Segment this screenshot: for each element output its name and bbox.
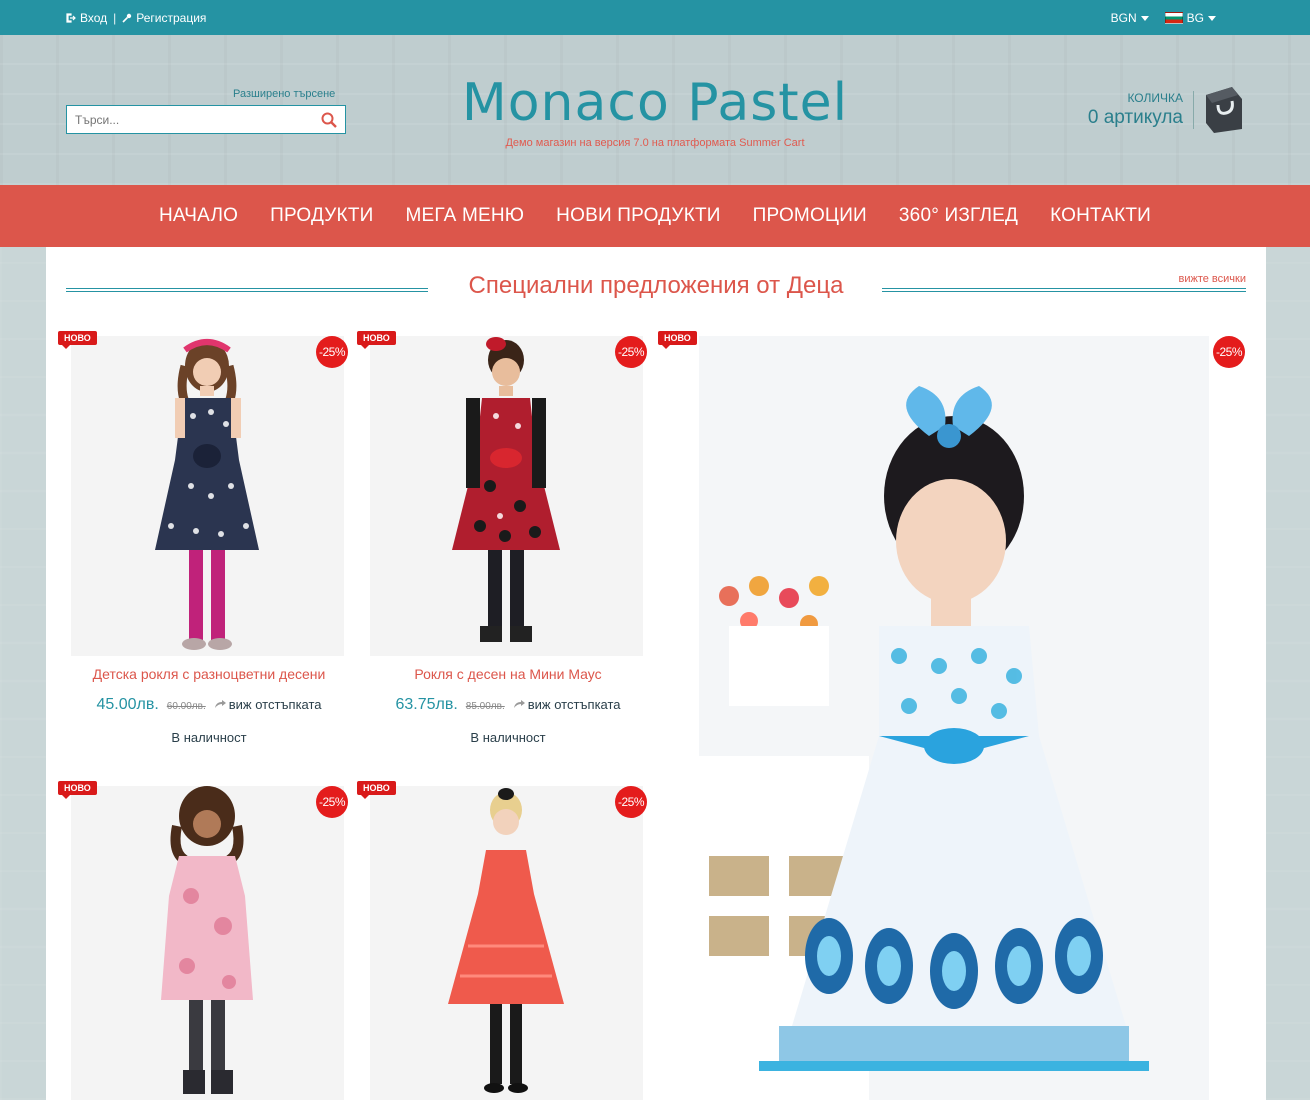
new-badge: НОВО (58, 781, 97, 799)
new-badge: НОВО (658, 331, 697, 349)
nav-item-mega-menu[interactable]: МЕГА МЕНЮ (405, 205, 524, 227)
key-icon (122, 13, 132, 23)
section-title: Специални предложения от Деца (468, 272, 844, 299)
share-arrow-icon (513, 700, 525, 708)
product-price: 63.75лв. (395, 696, 458, 713)
discount-badge: -25% (615, 336, 647, 368)
nav-item-contacts[interactable]: КОНТАКТИ (1050, 205, 1151, 227)
login-link[interactable]: Вход (66, 11, 107, 25)
see-discount-link[interactable]: виж отстъпката (513, 697, 621, 712)
discount-badge: -25% (615, 786, 647, 818)
see-discount-link[interactable]: виж отстъпката (214, 697, 322, 712)
nav-item-new-products[interactable]: НОВИ ПРОДУКТИ (556, 205, 720, 227)
new-badge: НОВО (357, 781, 396, 799)
product-image[interactable] (71, 336, 344, 656)
girl-dress-image (370, 786, 643, 1100)
product-image[interactable] (370, 786, 643, 1100)
cart-text: КОЛИЧКА 0 артикула (1088, 91, 1194, 129)
main-content: Специални предложения от Деца вижте всич… (46, 247, 1266, 1100)
product-old-price: 60.00лв. (166, 701, 206, 712)
register-label: Регистрация (136, 11, 207, 25)
product-old-price: 85.00лв. (465, 701, 505, 712)
site-header: Разширено търсене Monaco Pastel Демо маг… (0, 35, 1310, 185)
product-image[interactable] (370, 336, 643, 656)
register-link[interactable]: Регистрация (122, 11, 206, 25)
girl-dress-image (699, 336, 1209, 1100)
cart-label: КОЛИЧКА (1127, 91, 1183, 105)
girl-dress-image (370, 336, 643, 656)
discount-badge: -25% (316, 786, 348, 818)
new-badge: НОВО (58, 331, 97, 349)
chevron-down-icon (1208, 15, 1216, 21)
flag-icon (1164, 12, 1183, 24)
featured-product-image[interactable] (699, 336, 1209, 1100)
language-dropdown[interactable]: BG (1164, 11, 1216, 25)
discount-badge: -25% (316, 336, 348, 368)
stock-status: В наличност (171, 730, 247, 745)
main-nav: НАЧАЛО ПРОДУКТИ МЕГА МЕНЮ НОВИ ПРОДУКТИ … (0, 185, 1310, 247)
nav-item-360-view[interactable]: 360° ИЗГЛЕД (899, 205, 1018, 227)
currency-label: BGN (1110, 11, 1137, 25)
currency-dropdown[interactable]: BGN (1111, 11, 1149, 25)
share-arrow-icon (214, 700, 226, 708)
top-bar: Вход | Регистрация BGN BG (0, 0, 1310, 35)
nav-item-products[interactable]: ПРОДУКТИ (270, 205, 373, 227)
product-name[interactable]: Рокля с десен на Мини Маус (365, 666, 651, 682)
cart-widget[interactable]: КОЛИЧКА 0 артикула (1088, 85, 1246, 135)
chevron-down-icon (1140, 15, 1149, 21)
language-label: BG (1186, 11, 1204, 25)
shopping-bag-icon (1206, 87, 1242, 133)
title-divider-right (882, 288, 1246, 292)
product-prices: 63.75лв. 85.00лв. виж отстъпката (365, 696, 651, 714)
discount-badge: -25% (1213, 336, 1245, 368)
girl-dress-image (71, 336, 344, 656)
nav-item-promotions[interactable]: ПРОМОЦИИ (753, 205, 867, 227)
cart-count: 0 артикула (1087, 107, 1183, 128)
login-label: Вход (80, 11, 108, 25)
product-price: 45.00лв. (96, 696, 159, 713)
see-all-link[interactable]: вижте всички (1179, 273, 1247, 285)
see-discount-label: виж отстъпката (527, 696, 621, 712)
product-image[interactable] (71, 786, 344, 1100)
nav-item-home[interactable]: НАЧАЛО (159, 205, 238, 227)
product-prices: 45.00лв. 60.00лв. виж отстъпката (66, 696, 352, 714)
account-links: Вход | Регистрация (66, 11, 206, 25)
girl-dress-image (71, 786, 344, 1100)
site-tagline: Демо магазин на версия 7.0 на платформат… (505, 137, 805, 149)
divider: | (113, 11, 117, 25)
stock-status: В наличност (470, 730, 546, 745)
new-badge: НОВО (357, 331, 396, 349)
product-name[interactable]: Детска рокля с разноцветни десени (66, 666, 352, 682)
login-icon (66, 13, 76, 23)
see-discount-label: виж отстъпката (228, 696, 322, 712)
locale-controls: BGN BG (1111, 11, 1216, 25)
